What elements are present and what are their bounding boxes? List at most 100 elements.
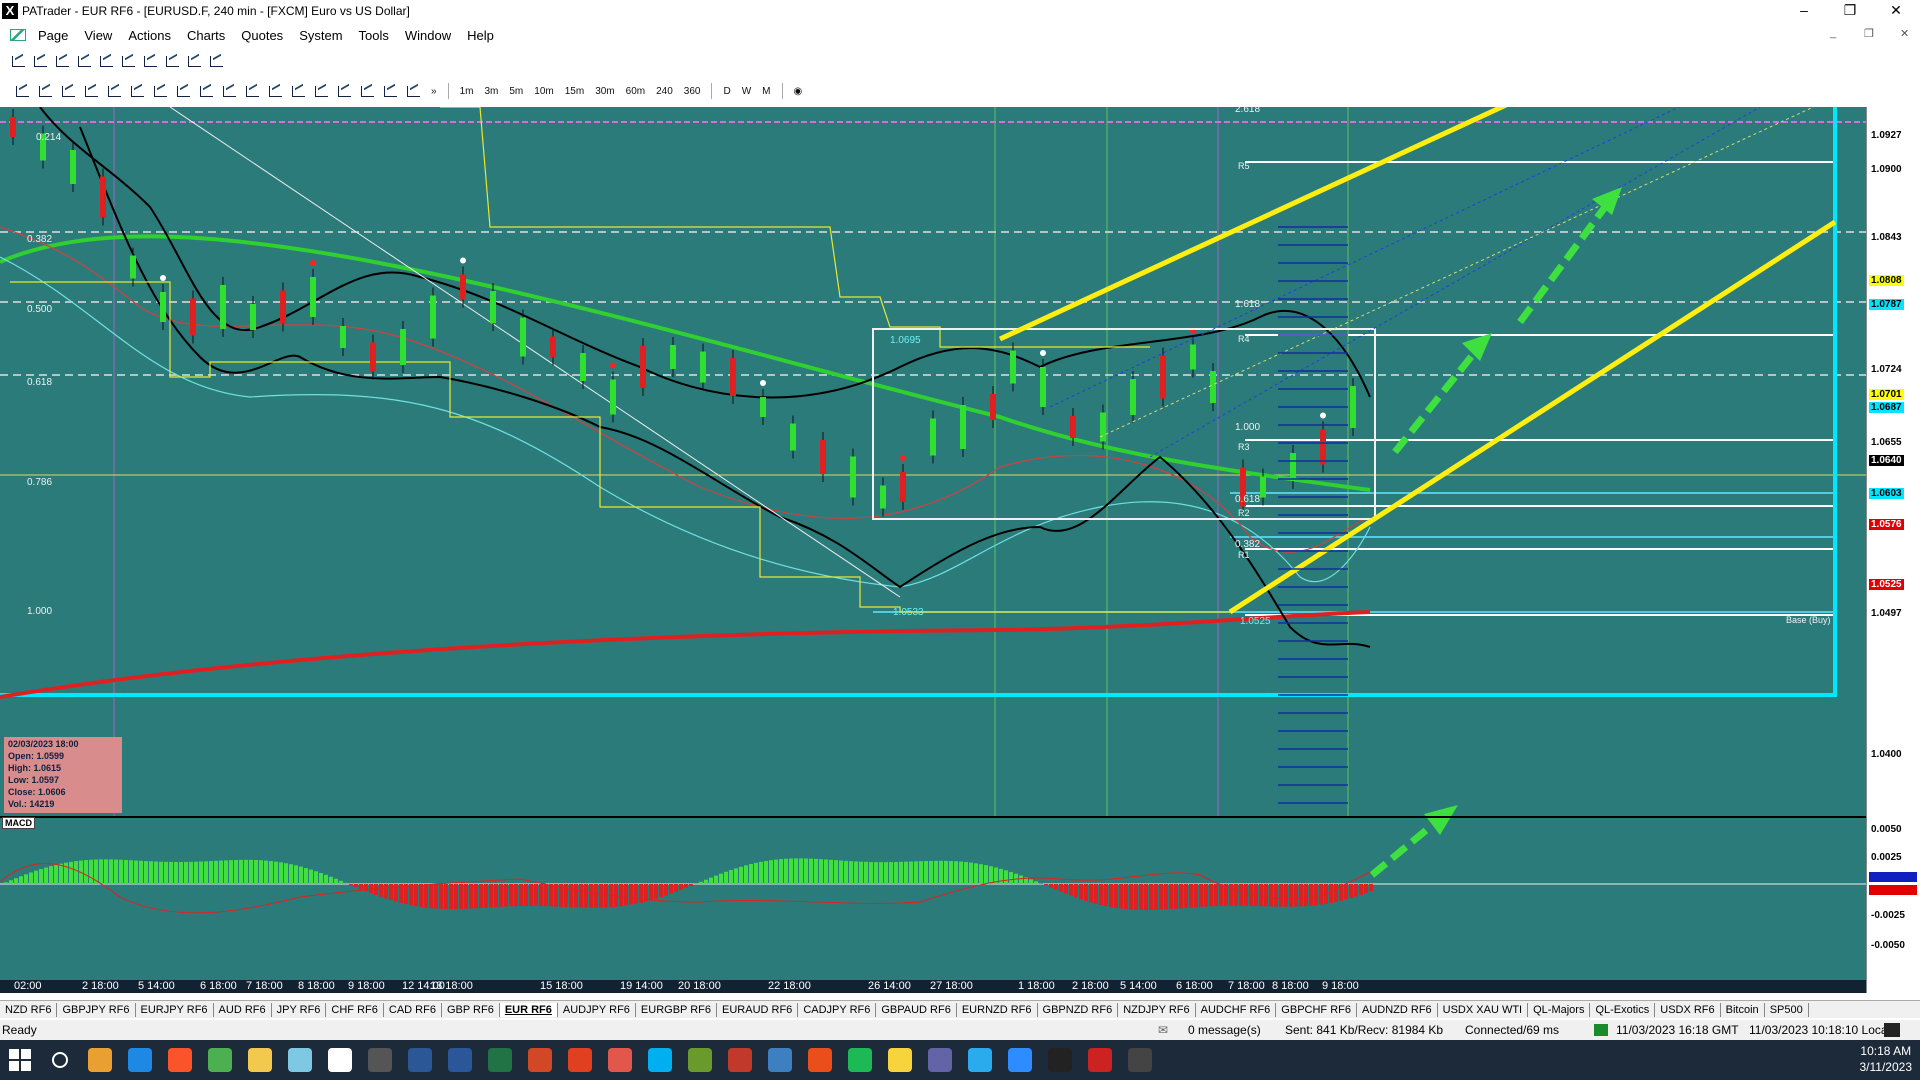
text-tool-icon[interactable] [359, 83, 377, 99]
zoom-icon[interactable] [1000, 1040, 1040, 1080]
bar-chart-icon[interactable] [10, 53, 28, 69]
snagit-icon[interactable] [600, 1040, 640, 1080]
fib-fan-icon[interactable] [221, 83, 239, 99]
symbol-tab[interactable]: EURJPY RF6 [136, 1002, 214, 1017]
mdi-restore-button[interactable]: ❐ [1864, 27, 1874, 40]
tf-5m[interactable]: 5m [506, 86, 526, 97]
symbol-tab[interactable]: EURGBP RF6 [636, 1002, 718, 1017]
gann-fan-icon[interactable] [290, 83, 308, 99]
tf-monthly[interactable]: M [759, 86, 773, 97]
menu-quotes[interactable]: Quotes [233, 28, 291, 43]
fib-extension-icon[interactable] [267, 83, 285, 99]
rec-icon[interactable] [1080, 1040, 1120, 1080]
symbol-tab[interactable]: Bitcoin [1721, 1002, 1765, 1017]
folder-icon[interactable] [240, 1040, 280, 1080]
symbol-tab[interactable]: CADJPY RF6 [798, 1002, 877, 1017]
symbol-tab[interactable]: EURAUD RF6 [717, 1002, 799, 1017]
candle-chart-icon[interactable] [54, 53, 72, 69]
symbol-tab[interactable]: SP500 [1765, 1002, 1809, 1017]
tf-30m[interactable]: 30m [592, 86, 617, 97]
speed-lines-icon[interactable] [405, 83, 423, 99]
menu-help[interactable]: Help [459, 28, 502, 43]
sync-icon[interactable]: ◉ [791, 86, 806, 97]
profile-chart-icon[interactable] [208, 53, 226, 69]
menu-window[interactable]: Window [397, 28, 459, 43]
word-icon[interactable] [440, 1040, 480, 1080]
bird-icon[interactable] [720, 1040, 760, 1080]
buy-sell-icon[interactable] [14, 83, 32, 99]
chart-canvas[interactable]: 0.214 0.382 0.500 0.618 0.786 1.000 2.61… [0, 107, 1866, 980]
tf-weekly[interactable]: W [739, 86, 754, 97]
fib-retracement-icon[interactable] [244, 83, 262, 99]
taskbar-clock[interactable]: 10:18 AM 3/11/2023 [1860, 1043, 1913, 1075]
mdi-minimize-button[interactable]: _ [1830, 27, 1836, 39]
symbol-tab[interactable]: GBPCHF RF6 [1276, 1002, 1357, 1017]
symbol-tab[interactable]: CHF RF6 [326, 1002, 384, 1017]
camtasia-icon[interactable] [800, 1040, 840, 1080]
message-icon[interactable]: ✉ [1158, 1023, 1168, 1037]
cycle-lines-icon[interactable] [313, 83, 331, 99]
ohlc-chart-icon[interactable] [32, 53, 50, 69]
indicator-icon[interactable] [60, 83, 78, 99]
price-axis[interactable]: 1.0927 1.0900 1.0843 1.0808 1.0787 1.0724 1.07… [1866, 107, 1920, 993]
symbol-tab[interactable]: GBPJPY RF6 [57, 1002, 136, 1017]
symbol-tab[interactable]: GBPNZD RF6 [1038, 1002, 1119, 1017]
status-messages[interactable]: 0 message(s) [1188, 1023, 1261, 1037]
close-button[interactable]: ✕ [1873, 0, 1919, 22]
outlook-icon[interactable] [80, 1040, 120, 1080]
calendar-icon[interactable] [360, 1040, 400, 1080]
calculator-icon[interactable] [400, 1040, 440, 1080]
search-icon[interactable] [40, 1040, 80, 1080]
edge-icon[interactable] [120, 1040, 160, 1080]
skype-icon[interactable] [640, 1040, 680, 1080]
date-axis[interactable]: 02:00 2 18:00 5 14:00 6 18:00 7 18:00 8 18:00… [0, 980, 1866, 993]
notepad-icon[interactable] [280, 1040, 320, 1080]
pitchfork-icon[interactable] [382, 83, 400, 99]
more-tools-icon[interactable]: » [428, 86, 440, 97]
app-icon[interactable] [560, 1040, 600, 1080]
menu-charts[interactable]: Charts [179, 28, 233, 43]
symbol-tab[interactable]: USDX XAU WTI [1438, 1002, 1529, 1017]
menu-tools[interactable]: Tools [351, 28, 397, 43]
telegram-icon[interactable] [960, 1040, 1000, 1080]
crosshair-icon[interactable] [83, 83, 101, 99]
tf-1m[interactable]: 1m [457, 86, 477, 97]
point-figure-icon[interactable] [120, 53, 138, 69]
tf-3m[interactable]: 3m [481, 86, 501, 97]
symbol-tab[interactable]: QL-Exotics [1590, 1002, 1656, 1017]
price-chart[interactable]: 0.214 0.382 0.500 0.618 0.786 1.000 2.61… [0, 107, 1920, 993]
symbol-tab[interactable]: NZDJPY RF6 [1118, 1002, 1196, 1017]
symbol-tab[interactable]: AUD RF6 [214, 1002, 272, 1017]
tf-daily[interactable]: D [720, 86, 733, 97]
menu-system[interactable]: System [291, 28, 350, 43]
tf-15m[interactable]: 15m [562, 86, 587, 97]
symbol-tab[interactable]: USDX RF6 [1655, 1002, 1721, 1017]
vertical-line-icon[interactable] [152, 83, 170, 99]
symbol-tab[interactable]: CAD RF6 [384, 1002, 442, 1017]
line-chart-icon[interactable] [76, 53, 94, 69]
symbol-tab[interactable]: GBP RF6 [442, 1002, 500, 1017]
remote-icon[interactable] [760, 1040, 800, 1080]
menu-actions[interactable]: Actions [120, 28, 179, 43]
tf-10m[interactable]: 10m [531, 86, 556, 97]
volume-chart-icon[interactable] [186, 53, 204, 69]
symbol-tab[interactable]: JPY RF6 [272, 1002, 327, 1017]
patrader-icon[interactable] [320, 1040, 360, 1080]
tf-240[interactable]: 240 [653, 86, 676, 97]
tradingview-icon[interactable] [1040, 1040, 1080, 1080]
tf-360[interactable]: 360 [681, 86, 704, 97]
channel-icon[interactable] [198, 83, 216, 99]
rectangle-icon[interactable] [336, 83, 354, 99]
powerpoint-icon[interactable] [520, 1040, 560, 1080]
green-c-icon[interactable] [840, 1040, 880, 1080]
excel-icon[interactable] [480, 1040, 520, 1080]
symbol-tab[interactable]: EUR RF6 [499, 1002, 558, 1017]
symbol-tab[interactable]: GBPAUD RF6 [876, 1002, 957, 1017]
mdi-close-button[interactable]: ✕ [1900, 27, 1909, 40]
renko-chart-icon[interactable] [142, 53, 160, 69]
menu-page[interactable]: Page [30, 28, 76, 43]
symbol-tab[interactable]: AUDCHF RF6 [1196, 1002, 1277, 1017]
area-chart-icon[interactable] [98, 53, 116, 69]
teams-icon[interactable] [920, 1040, 960, 1080]
restore-button[interactable]: ❐ [1827, 0, 1873, 22]
